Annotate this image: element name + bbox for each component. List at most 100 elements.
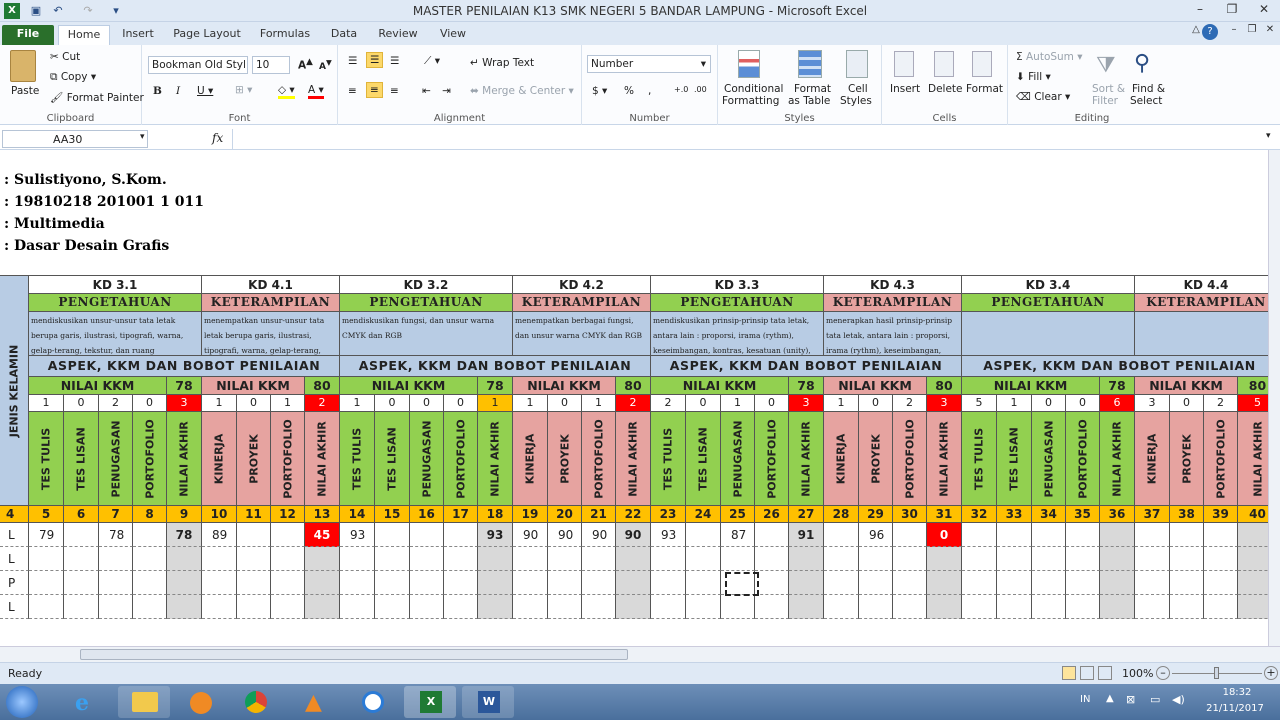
score-cell[interactable] <box>1170 523 1204 547</box>
empty-cell[interactable] <box>513 571 548 595</box>
app-taskbar-button[interactable] <box>346 686 398 718</box>
component-header[interactable]: TES TULIS <box>340 412 375 506</box>
score-cell[interactable]: 96 <box>859 523 893 547</box>
empty-cell[interactable] <box>340 547 375 571</box>
font-size-select[interactable]: 10 <box>252 56 290 74</box>
empty-cell[interactable] <box>133 571 167 595</box>
vlc-taskbar-button[interactable]: ▲ <box>288 686 340 718</box>
horizontal-scrollbar[interactable] <box>0 646 1280 662</box>
weight-cell[interactable]: 0 <box>64 395 99 412</box>
score-cell[interactable] <box>893 523 927 547</box>
aspek-header[interactable]: ASPEK, KKM DAN BOBOT PENILAIAN <box>962 356 1268 377</box>
vertical-scrollbar[interactable] <box>1268 150 1280 646</box>
comma-icon[interactable]: , <box>648 85 651 97</box>
insert-button[interactable]: Insert <box>890 83 920 95</box>
component-header[interactable]: PROYEK <box>237 412 271 506</box>
empty-cell[interactable] <box>202 547 237 571</box>
empty-cell[interactable] <box>29 571 64 595</box>
score-cell[interactable] <box>271 523 305 547</box>
restore-icon[interactable]: ❐ <box>1222 2 1242 20</box>
component-header[interactable]: TES LISAN <box>997 412 1032 506</box>
empty-cell[interactable] <box>29 595 64 619</box>
empty-cell[interactable] <box>755 547 789 571</box>
empty-cell[interactable] <box>167 595 202 619</box>
column-number[interactable]: 17 <box>444 506 478 523</box>
scroll-thumb[interactable] <box>80 649 628 660</box>
score-cell[interactable]: 45 <box>305 523 340 547</box>
component-header[interactable]: KINERJA <box>202 412 237 506</box>
increase-decimal-icon[interactable]: +.0 <box>674 85 688 94</box>
fill-button[interactable]: ⬇ Fill ▾ <box>1016 71 1051 83</box>
empty-cell[interactable] <box>962 595 997 619</box>
empty-cell[interactable] <box>202 595 237 619</box>
component-header[interactable]: PORTOFOLIO <box>133 412 167 506</box>
empty-cell[interactable] <box>305 571 340 595</box>
empty-cell[interactable] <box>410 547 444 571</box>
expand-formula-icon[interactable]: ▾ <box>1266 131 1271 141</box>
empty-cell[interactable] <box>582 595 616 619</box>
kkm-value[interactable]: 78 <box>167 377 202 395</box>
close-icon[interactable]: ✕ <box>1254 2 1274 20</box>
empty-cell[interactable] <box>64 547 99 571</box>
weight-cell[interactable]: 1 <box>582 395 616 412</box>
align-bottom-icon[interactable]: ☰ <box>390 55 399 67</box>
decrease-decimal-icon[interactable]: .00 <box>694 85 707 94</box>
nilai-kkm-label[interactable]: NILAI KKM <box>962 377 1100 395</box>
clock-date[interactable]: 21/11/2017 <box>1200 703 1270 714</box>
column-number[interactable]: 6 <box>64 506 99 523</box>
name-box-dropdown-icon[interactable]: ▾ <box>140 132 145 142</box>
empty-cell[interactable] <box>824 595 859 619</box>
align-top-icon[interactable]: ☰ <box>348 55 357 67</box>
empty-cell[interactable] <box>1100 547 1135 571</box>
empty-cell[interactable] <box>721 595 755 619</box>
score-cell[interactable]: 93 <box>478 523 513 547</box>
gender-cell[interactable]: L <box>0 547 29 571</box>
kd-header[interactable]: KD 3.2 <box>340 276 513 294</box>
weight-cell[interactable]: 1 <box>997 395 1032 412</box>
score-cell[interactable] <box>133 523 167 547</box>
empty-cell[interactable] <box>64 571 99 595</box>
kd-description[interactable]: menempatkan unsur-unsur tata letak berup… <box>202 312 340 356</box>
col-number-4[interactable]: 4 <box>0 506 29 523</box>
weight-cell[interactable]: 1 <box>29 395 64 412</box>
empty-cell[interactable] <box>1135 595 1170 619</box>
empty-cell[interactable] <box>548 547 582 571</box>
weight-cell[interactable]: 0 <box>1170 395 1204 412</box>
kd-type[interactable]: PENGETAHUAN <box>29 294 202 312</box>
kd-type[interactable]: KETERAMPILAN <box>202 294 340 312</box>
kkm-value[interactable]: 78 <box>789 377 824 395</box>
kd-header[interactable]: KD 4.2 <box>513 276 651 294</box>
empty-cell[interactable] <box>340 571 375 595</box>
empty-cell[interactable] <box>616 595 651 619</box>
empty-cell[interactable] <box>755 595 789 619</box>
weight-cell[interactable]: 0 <box>548 395 582 412</box>
kd-header[interactable]: KD 3.1 <box>29 276 202 294</box>
score-cell[interactable] <box>1238 523 1268 547</box>
kd-header[interactable]: KD 4.4 <box>1135 276 1268 294</box>
component-header[interactable]: KINERJA <box>824 412 859 506</box>
ie-taskbar-button[interactable]: e <box>62 686 114 718</box>
component-header[interactable]: PORTOFOLIO <box>755 412 789 506</box>
score-cell[interactable]: 90 <box>513 523 548 547</box>
weight-cell[interactable]: 2 <box>651 395 686 412</box>
doc-minimize-icon[interactable]: – <box>1224 24 1244 42</box>
column-number[interactable]: 32 <box>962 506 997 523</box>
minimize-icon[interactable]: – <box>1190 2 1210 20</box>
kd-description[interactable]: mendiskusikan fungsi, dan unsur warna CM… <box>340 312 513 356</box>
empty-cell[interactable] <box>271 571 305 595</box>
align-right-icon[interactable]: ≡ <box>390 85 399 97</box>
column-number[interactable]: 40 <box>1238 506 1268 523</box>
empty-cell[interactable] <box>410 571 444 595</box>
weight-cell[interactable]: 0 <box>1066 395 1100 412</box>
weight-cell[interactable]: 5 <box>1238 395 1268 412</box>
conditional-formatting-button[interactable]: Conditional <box>724 83 783 95</box>
component-header[interactable]: NILAI AKHIR <box>927 412 962 506</box>
weight-cell[interactable]: 2 <box>1204 395 1238 412</box>
empty-cell[interactable] <box>410 595 444 619</box>
column-number[interactable]: 12 <box>271 506 305 523</box>
empty-cell[interactable] <box>1066 571 1100 595</box>
empty-cell[interactable] <box>789 571 824 595</box>
score-cell[interactable] <box>410 523 444 547</box>
column-number[interactable]: 21 <box>582 506 616 523</box>
score-cell[interactable]: 90 <box>616 523 651 547</box>
